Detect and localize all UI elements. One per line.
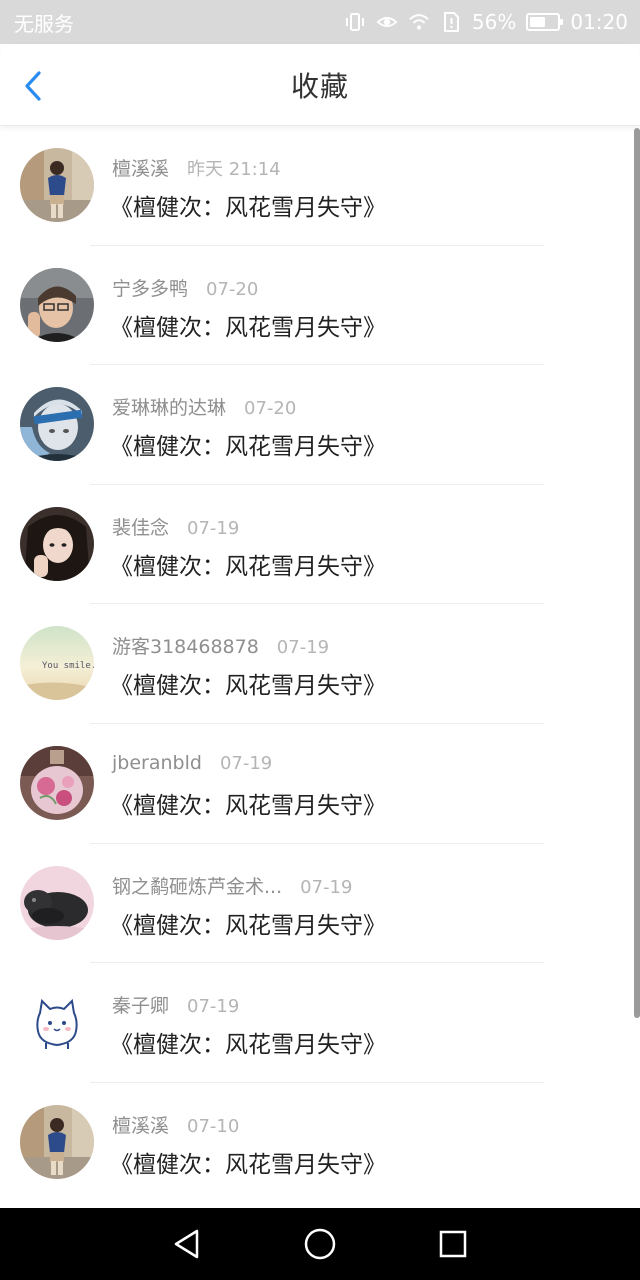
- item-title[interactable]: 《檀健次：风花雪月失守》: [110, 427, 386, 461]
- avatar[interactable]: [20, 387, 94, 462]
- square-recents-icon: [440, 1230, 467, 1258]
- item-title[interactable]: 《檀健次：风花雪月失守》: [110, 906, 386, 940]
- item-meta: jberanbld 07-19: [112, 752, 272, 774]
- list-item[interactable]: You smile. 游客318468878 07-19 《檀健次：风花雪月失守》: [0, 604, 640, 724]
- username[interactable]: jberanbld: [112, 752, 202, 774]
- eye-icon: [376, 11, 398, 33]
- avatar[interactable]: [20, 267, 94, 342]
- wifi-icon: [408, 11, 430, 33]
- item-title[interactable]: 《檀健次：风花雪月失守》: [110, 188, 386, 222]
- app-screen: 无服务 56% 01:20 收藏 檀溪溪 昨天 21:14 《檀健次：风花雪月失守: [0, 0, 640, 1280]
- avatar-caption: You smile.: [42, 661, 94, 671]
- avatar[interactable]: You smile.: [20, 626, 94, 701]
- item-title[interactable]: 《檀健次：风花雪月失守》: [110, 786, 386, 820]
- status-bar: 无服务 56% 01:20: [0, 0, 640, 44]
- timestamp: 07-20: [206, 278, 259, 300]
- item-meta: 檀溪溪 07-10: [112, 1111, 239, 1138]
- sim-icon: [440, 11, 462, 33]
- username[interactable]: 檀溪溪: [112, 1111, 169, 1138]
- username[interactable]: 檀溪溪: [112, 154, 169, 181]
- item-meta: 裴佳念 07-19: [112, 513, 239, 540]
- item-meta: 游客318468878 07-19: [112, 632, 329, 659]
- list-item[interactable]: 秦子卿 07-19 《檀健次：风花雪月失守》: [0, 963, 640, 1083]
- timestamp: 07-19: [300, 876, 353, 898]
- back-button[interactable]: [18, 70, 50, 102]
- item-title[interactable]: 《檀健次：风花雪月失守》: [110, 1025, 386, 1059]
- username[interactable]: 秦子卿: [112, 991, 169, 1018]
- carrier-label: 无服务: [14, 11, 74, 36]
- item-meta: 秦子卿 07-19: [112, 991, 239, 1018]
- list-item[interactable]: 爱琳琳的达琳 07-20 《檀健次：风花雪月失守》: [0, 365, 640, 485]
- item-title[interactable]: 《檀健次：风花雪月失守》: [110, 308, 386, 342]
- timestamp: 07-19: [276, 637, 330, 659]
- username[interactable]: 游客318468878: [112, 632, 259, 659]
- list-item[interactable]: 裴佳念 07-19 《檀健次：风花雪月失守》: [0, 485, 640, 605]
- list-item[interactable]: 檀溪溪 昨天 21:14 《檀健次：风花雪月失守》: [0, 126, 640, 246]
- nav-recents-button[interactable]: [433, 1224, 473, 1264]
- item-meta: 钢之鹬砸炼芦金术... 07-19: [112, 872, 352, 899]
- timestamp: 07-20: [244, 398, 297, 420]
- circle-home-icon: [304, 1228, 336, 1260]
- avatar[interactable]: [20, 148, 94, 222]
- nav-back-button[interactable]: [167, 1224, 207, 1264]
- username[interactable]: 裴佳念: [112, 513, 169, 540]
- avatar[interactable]: [20, 745, 94, 820]
- navigation-header: 收藏: [0, 44, 640, 126]
- page-title: 收藏: [290, 69, 349, 103]
- timestamp: 07-19: [219, 752, 273, 774]
- timestamp: 昨天 21:14: [187, 159, 281, 180]
- timestamp: 07-19: [187, 517, 240, 539]
- list-item[interactable]: 钢之鹬砸炼芦金术... 07-19 《檀健次：风花雪月失守》: [0, 844, 640, 964]
- vibrate-icon: [344, 11, 366, 33]
- username[interactable]: 爱琳琳的达琳: [112, 393, 226, 420]
- battery-icon: [526, 13, 564, 31]
- avatar[interactable]: [20, 1104, 94, 1179]
- avatar[interactable]: [20, 865, 94, 940]
- clock: 01:20: [570, 10, 628, 34]
- triangle-back-icon: [174, 1229, 198, 1259]
- timestamp: 07-10: [187, 1115, 240, 1137]
- status-icons: 56% 01:20: [344, 10, 628, 34]
- list-item[interactable]: jberanbld 07-19 《檀健次：风花雪月失守》: [0, 724, 640, 844]
- item-meta: 宁多多鸭 07-20: [112, 274, 258, 301]
- avatar[interactable]: [20, 985, 94, 1060]
- timestamp: 07-19: [187, 996, 240, 1018]
- item-title[interactable]: 《檀健次：风花雪月失守》: [110, 547, 386, 581]
- username[interactable]: 宁多多鸭: [112, 274, 188, 301]
- system-nav-bar: [0, 1208, 640, 1280]
- favorites-list: 檀溪溪 昨天 21:14 《檀健次：风花雪月失守》 宁多多鸭 07-20 《檀健次：风花雪…: [0, 126, 640, 1202]
- chevron-left-icon: [25, 71, 41, 101]
- list-item[interactable]: 檀溪溪 07-10 《檀健次：风花雪月失守》: [0, 1083, 640, 1203]
- scrollbar[interactable]: [634, 128, 640, 1018]
- battery-percent: 56%: [471, 10, 517, 34]
- item-meta: 檀溪溪 昨天 21:14: [112, 154, 281, 181]
- avatar[interactable]: [20, 506, 94, 581]
- item-meta: 爱琳琳的达琳 07-20: [112, 393, 296, 420]
- list-item[interactable]: 宁多多鸭 07-20 《檀健次：风花雪月失守》: [0, 246, 640, 366]
- item-title[interactable]: 《檀健次：风花雪月失守》: [110, 1145, 386, 1179]
- nav-home-button[interactable]: [300, 1224, 340, 1264]
- item-title[interactable]: 《檀健次：风花雪月失守》: [110, 666, 386, 700]
- username[interactable]: 钢之鹬砸炼芦金术...: [112, 872, 282, 899]
